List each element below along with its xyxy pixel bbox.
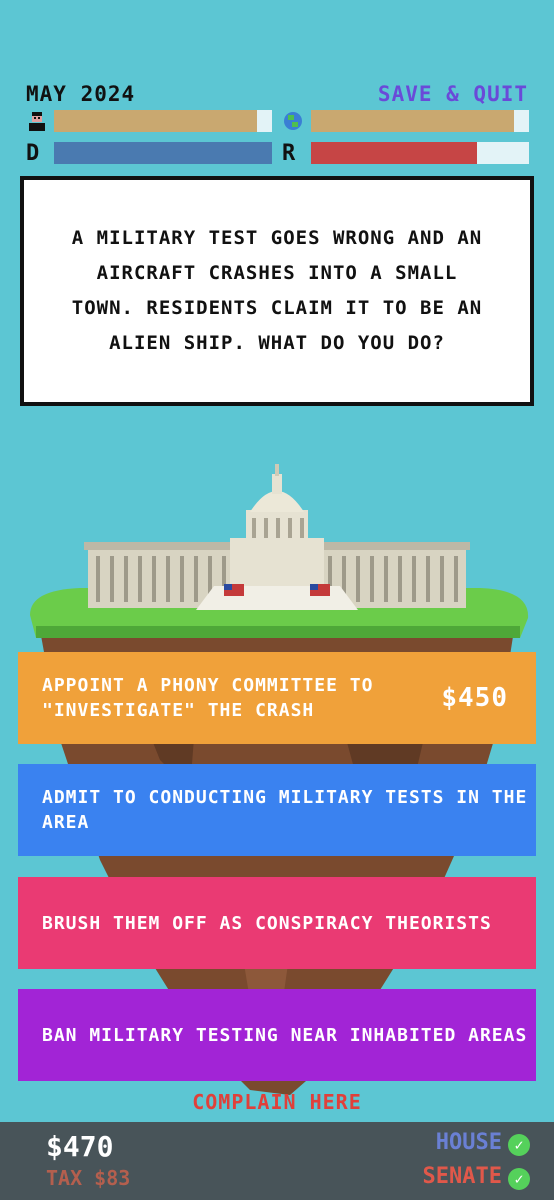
- choice-button-3[interactable]: Brush them off as conspiracy theorists: [18, 877, 536, 969]
- date-label: MAY 2024: [26, 82, 136, 106]
- republicans-meter: [311, 142, 529, 164]
- choice-button-2[interactable]: Admit to conducting military tests in th…: [18, 764, 536, 856]
- tax-label: TAX $83: [46, 1166, 131, 1190]
- world-meter: [311, 110, 529, 132]
- people-meter: [54, 110, 272, 132]
- complain-link[interactable]: COMPLAIN HERE: [0, 1090, 554, 1114]
- republicans-label: R: [282, 141, 297, 166]
- democrats-meter: [54, 142, 272, 164]
- house-check-icon: ✓: [508, 1134, 530, 1156]
- senate-check-icon: ✓: [508, 1168, 530, 1190]
- choice-1-cost: $450: [441, 682, 508, 713]
- senate-label: SENATE: [422, 1164, 502, 1189]
- republicans-meter-fill: [311, 142, 477, 164]
- choice-button-4[interactable]: Ban military testing near inhabited area…: [18, 989, 536, 1081]
- money-balance: $470: [46, 1130, 114, 1163]
- choice-1-text: Appoint a phony committee to "investigat…: [42, 675, 374, 721]
- save-quit-button[interactable]: SAVE & QUIT: [378, 82, 528, 106]
- world-meter-fill: [311, 110, 514, 132]
- choice-4-text: Ban military testing near inhabited area…: [42, 1024, 528, 1046]
- choice-button-1[interactable]: Appoint a phony committee to "investigat…: [18, 652, 536, 744]
- house-label: HOUSE: [435, 1130, 502, 1155]
- globe-icon: [282, 110, 304, 132]
- prompt-card: A military test goes wrong and an aircra…: [20, 176, 534, 406]
- democrats-meter-fill: [54, 142, 272, 164]
- person-icon: [26, 110, 48, 132]
- prompt-text: A military test goes wrong and an aircra…: [71, 227, 483, 354]
- choice-2-text: Admit to conducting military tests in th…: [42, 787, 528, 833]
- status-footer: $470 TAX $83 HOUSE ✓ SENATE ✓: [0, 1122, 554, 1200]
- democrats-label: D: [26, 141, 41, 166]
- people-meter-fill: [54, 110, 257, 132]
- choice-3-text: Brush them off as conspiracy theorists: [42, 912, 492, 934]
